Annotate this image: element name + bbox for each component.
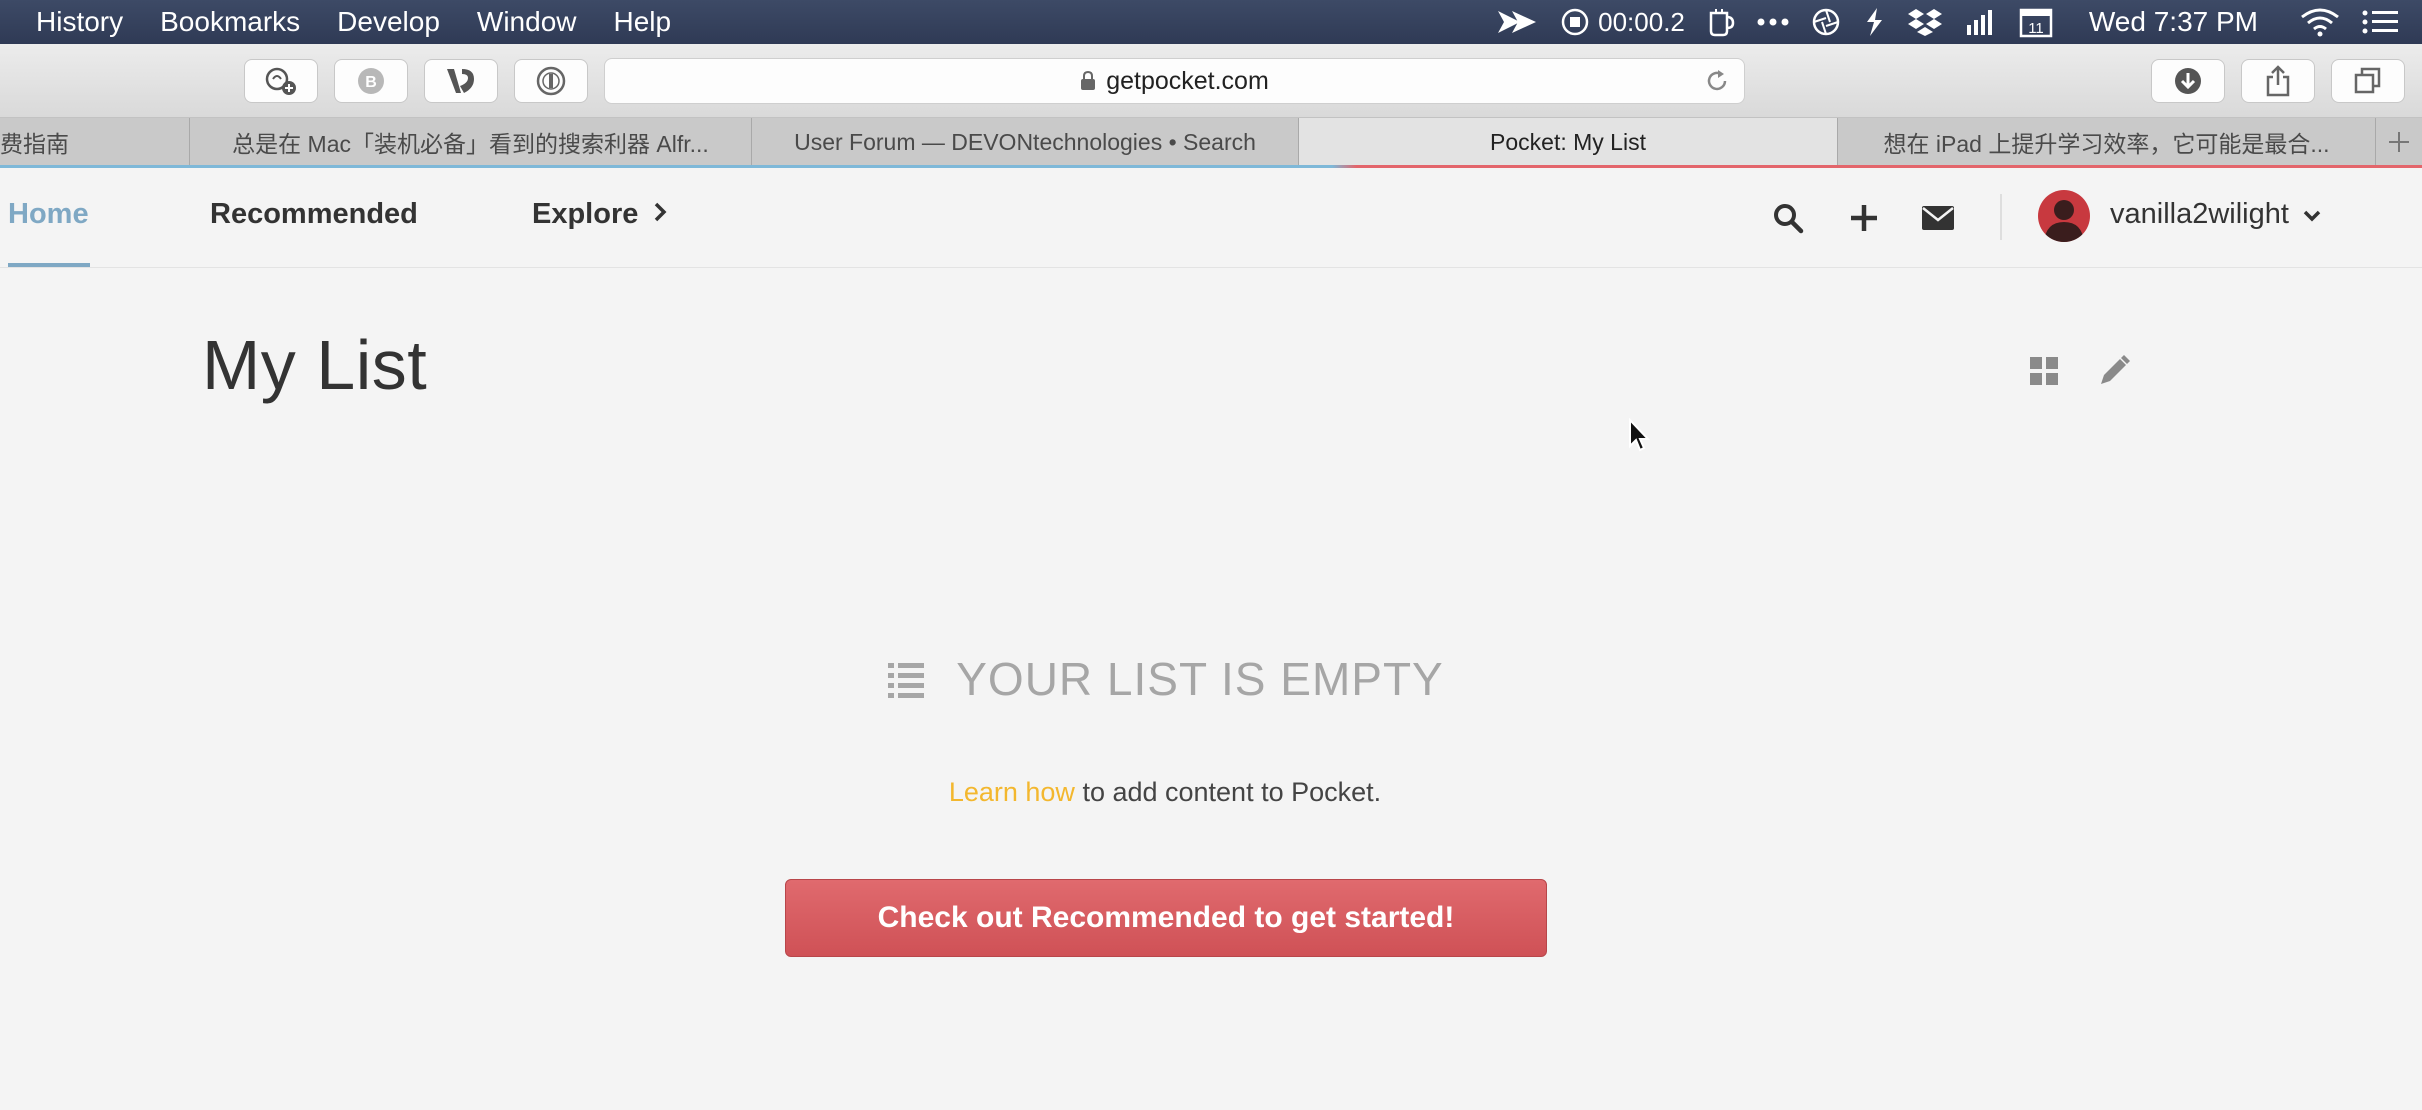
leaf-s-icon[interactable] (1863, 0, 1885, 44)
reload-icon[interactable] (1704, 68, 1730, 99)
nav-divider (2000, 194, 2002, 240)
mouse-cursor (1628, 417, 1652, 459)
address-bar[interactable]: getpocket.com (604, 58, 1745, 104)
tab-2[interactable]: 总是在 Mac「装机必备」看到的搜索利器 Alfr... (190, 118, 752, 166)
menubar-clock[interactable]: Wed 7:37 PM (2089, 6, 2258, 38)
learn-how-link[interactable]: Learn how (949, 777, 1075, 807)
cup-icon[interactable] (1707, 0, 1735, 44)
lock-icon (1081, 71, 1096, 90)
send-arrow-icon[interactable] (1496, 0, 1538, 44)
downloads-button[interactable] (2151, 59, 2225, 103)
wifi-icon[interactable] (2300, 0, 2340, 44)
cloud-add-icon (265, 67, 296, 95)
user-silhouette-icon (2044, 200, 2084, 242)
menu-develop[interactable]: Develop (337, 6, 440, 38)
search-button[interactable] (1766, 196, 1810, 240)
tabs-icon (2354, 67, 2381, 94)
v-logo-icon (447, 69, 474, 93)
url-text: getpocket.com (1106, 66, 1269, 95)
status-area: 00:00.2 11 Wed 7:37 PM (1474, 0, 2400, 44)
menu-window[interactable]: Window (477, 6, 577, 38)
empty-state-text: Learn how to add content to Pocket. (0, 777, 2330, 808)
tab-label: 想在 iPad 上提升学习效率，它可能是最合... (1883, 131, 2330, 157)
home-active-underline (8, 263, 90, 267)
tab-5[interactable]: 想在 iPad 上提升学习效率，它可能是最合... (1838, 118, 2376, 166)
more-dots-icon[interactable] (1757, 0, 1789, 44)
empty-state-title: YOUR LIST IS EMPTY (956, 653, 1444, 705)
share-icon (2266, 65, 2290, 97)
signal-bars-icon[interactable] (1965, 0, 1997, 44)
add-item-button[interactable] (1842, 196, 1886, 240)
menu-bookmarks[interactable]: Bookmarks (160, 6, 300, 38)
tab-overview-button[interactable] (2331, 59, 2405, 103)
aperture-icon[interactable] (1811, 0, 1841, 44)
list-icon (888, 663, 925, 698)
menu-history[interactable]: History (36, 6, 123, 38)
grid-icon (2030, 357, 2058, 385)
inbox-button[interactable] (1916, 196, 1960, 240)
calendar-icon[interactable]: 11 (2019, 0, 2053, 44)
empty-state-heading: YOUR LIST IS EMPTY (0, 652, 2330, 706)
tab-label: User Forum — DEVONtechnologies • Search (794, 128, 1256, 155)
account-menu[interactable]: vanilla2wilight (2110, 198, 2321, 231)
plus-icon (1851, 205, 1877, 231)
tab-label: 总是在 Mac「装机必备」看到的搜索利器 Alfr... (232, 131, 709, 157)
plus-icon (2389, 132, 2409, 152)
share-button[interactable] (2241, 59, 2315, 103)
recording-time: 00:00.2 (1598, 6, 1685, 37)
menu-help[interactable]: Help (614, 6, 672, 38)
v-extension-button[interactable] (424, 59, 498, 103)
nav-explore[interactable]: Explore (532, 198, 668, 231)
pencil-icon (2101, 355, 2130, 384)
avatar[interactable] (2038, 190, 2090, 242)
bulk-edit-button[interactable] (2095, 352, 2133, 390)
empty-state-description: to add content to Pocket. (1074, 777, 1382, 807)
calendar-day: 11 (2028, 20, 2044, 37)
tab-4-active[interactable]: Pocket: My List (1299, 118, 1838, 166)
onepassword-extension-button[interactable] (514, 59, 588, 103)
download-icon (2175, 68, 2201, 94)
chevron-right-icon (655, 202, 667, 222)
nav-recommended[interactable]: Recommended (210, 198, 418, 231)
username: vanilla2wilight (2110, 198, 2289, 230)
svg-text:B: B (365, 74, 377, 91)
tab-label: Pocket: My List (1490, 128, 1646, 155)
notification-list-icon[interactable] (2362, 0, 2400, 44)
b-circle-icon: B (358, 68, 384, 94)
chevron-down-icon (2303, 210, 2321, 222)
nav-explore-label: Explore (532, 198, 639, 230)
check-out-recommended-button[interactable]: Check out Recommended to get started! (785, 879, 1547, 957)
new-tab-button[interactable] (2376, 118, 2422, 166)
tab-1[interactable]: 费指南 (0, 118, 190, 166)
tab-bar: 费指南 总是在 Mac「装机必备」看到的搜索利器 Alfr... User Fo… (0, 118, 2422, 166)
browser-toolbar: B getpocket.com (0, 44, 2422, 118)
macos-menubar: History Bookmarks Develop Window Help 00… (0, 0, 2422, 44)
nav-home[interactable]: Home (8, 198, 89, 231)
pocket-nav: Home Recommended Explore vanilla2wilight (0, 168, 2422, 268)
onepassword-icon (536, 66, 566, 96)
pocket-extension-button[interactable] (244, 59, 318, 103)
tab-3[interactable]: User Forum — DEVONtechnologies • Search (752, 118, 1299, 166)
dropbox-icon[interactable] (1907, 0, 1943, 44)
search-icon (1774, 204, 1804, 234)
mail-icon (1922, 206, 1954, 230)
grid-view-button[interactable] (2027, 354, 2061, 388)
page-title: My List (202, 326, 428, 404)
b-extension-button[interactable]: B (334, 59, 408, 103)
record-stop-icon[interactable] (1560, 0, 1590, 44)
tab-label: 费指南 (0, 131, 69, 157)
